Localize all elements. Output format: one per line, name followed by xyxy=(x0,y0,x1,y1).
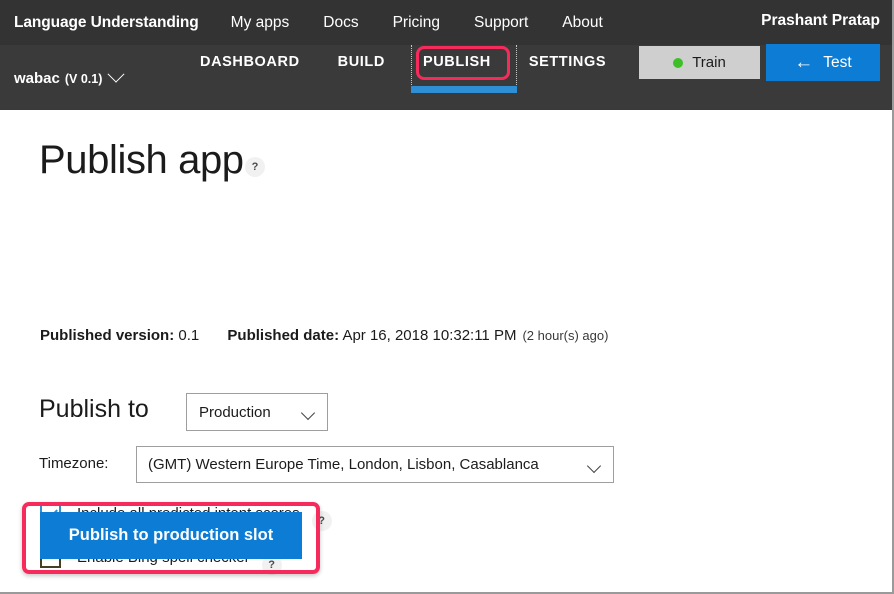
published-relative-time: (2 hour(s) ago) xyxy=(522,328,609,343)
train-button-label: Train xyxy=(692,54,726,71)
active-tab-underline xyxy=(411,86,517,93)
nav-link-support[interactable]: Support xyxy=(474,14,528,32)
chevron-down-icon xyxy=(107,65,125,87)
published-date-group: Published date: Apr 16, 2018 10:32:11 PM… xyxy=(227,327,608,344)
tab-settings[interactable]: SETTINGS xyxy=(529,48,606,76)
published-date-label: Published date: xyxy=(227,327,340,344)
app-window: Language Understanding My apps Docs Pric… xyxy=(0,0,894,594)
tab-build[interactable]: BUILD xyxy=(338,48,385,76)
chevron-down-icon xyxy=(586,458,602,474)
published-version-group: Published version: 0.1 xyxy=(40,327,199,344)
train-status-dot-icon xyxy=(673,57,684,68)
tab-dashboard[interactable]: DASHBOARD xyxy=(200,48,300,76)
publish-to-production-slot-button[interactable]: Publish to production slot xyxy=(40,512,302,559)
published-version-value: 0.1 xyxy=(178,327,200,344)
arrow-left-icon: ← xyxy=(794,52,814,73)
global-navigation-bar: Language Understanding My apps Docs Pric… xyxy=(0,0,892,45)
nav-link-docs[interactable]: Docs xyxy=(323,14,358,32)
page-title: Publish app xyxy=(39,138,244,182)
app-tab-list: DASHBOARD BUILD PUBLISH SETTINGS xyxy=(200,48,644,76)
published-date-value: Apr 16, 2018 10:32:11 PM xyxy=(342,327,517,344)
published-version-label: Published version: xyxy=(40,327,175,344)
nav-link-about[interactable]: About xyxy=(562,14,603,32)
publish-slot-select[interactable]: Production xyxy=(186,393,328,431)
app-version-label: (V 0.1) xyxy=(64,72,103,86)
main-content-area: Publish app Published version: 0.1 Publi… xyxy=(0,110,892,592)
app-version-selector[interactable]: wabac (V 0.1) xyxy=(14,65,125,87)
nav-link-pricing[interactable]: Pricing xyxy=(393,14,440,32)
help-icon[interactable]: ? xyxy=(311,510,332,531)
publish-to-label: Publish to xyxy=(39,395,149,423)
nav-link-my-apps[interactable]: My apps xyxy=(231,14,290,32)
global-nav-links: My apps Docs Pricing Support About xyxy=(231,14,637,32)
timezone-select[interactable]: (GMT) Western Europe Time, London, Lisbo… xyxy=(136,446,614,483)
annotation-guide-line-left xyxy=(411,45,412,87)
test-button-label: Test xyxy=(823,53,852,71)
timezone-value: (GMT) Western Europe Time, London, Lisbo… xyxy=(148,456,539,473)
user-account-menu[interactable]: Prashant Pratap xyxy=(761,12,880,30)
app-name-label: wabac xyxy=(14,70,60,87)
timezone-label: Timezone: xyxy=(39,455,109,472)
brand-logo-text[interactable]: Language Understanding xyxy=(14,14,199,32)
train-button[interactable]: Train xyxy=(639,46,760,79)
annotation-guide-line-right xyxy=(516,45,517,87)
publish-metadata-row: Published version: 0.1 Published date: A… xyxy=(40,327,632,344)
publish-slot-value: Production xyxy=(199,403,271,421)
test-button[interactable]: ← Test xyxy=(766,44,880,81)
help-icon[interactable]: ? xyxy=(245,157,265,177)
chevron-down-icon xyxy=(300,405,316,421)
tab-publish[interactable]: PUBLISH xyxy=(423,48,491,76)
